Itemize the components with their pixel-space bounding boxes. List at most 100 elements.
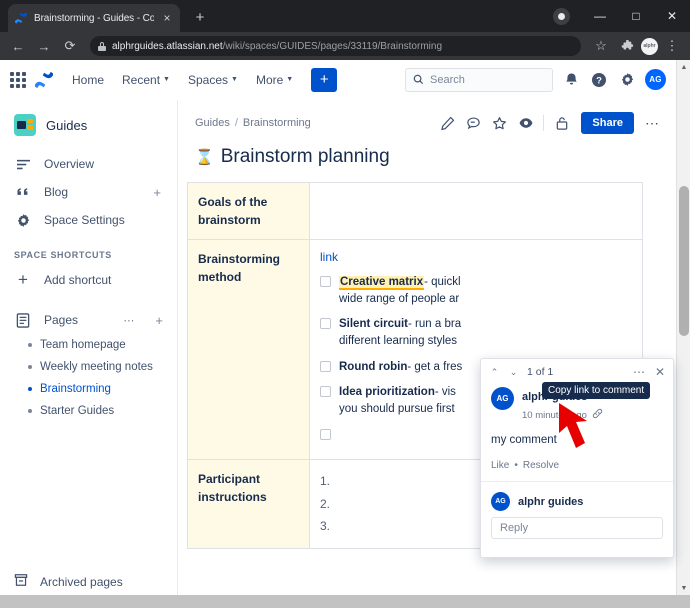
settings-gear-icon[interactable] xyxy=(617,70,637,90)
close-icon[interactable]: × xyxy=(160,11,174,25)
comment-icon[interactable] xyxy=(465,115,482,132)
extensions-icon[interactable] xyxy=(615,34,639,58)
add-page-icon[interactable]: + xyxy=(147,313,167,328)
previous-comment-icon[interactable]: ⌃ xyxy=(489,367,500,378)
browser-menu-icon[interactable]: ⋮ xyxy=(660,34,684,58)
horizontal-scrollbar[interactable] xyxy=(0,595,690,608)
task-checkbox[interactable] xyxy=(320,428,331,440)
page-viewport: Home Recent ▼ Spaces ▼ More ▼ + Search ?… xyxy=(0,60,690,608)
bullet-icon xyxy=(28,409,32,413)
nav-item-recent[interactable]: Recent ▼ xyxy=(114,68,178,92)
task-term: Silent circuit xyxy=(339,318,409,331)
task-term: Idea prioritization xyxy=(339,386,435,399)
confluence-favicon-icon xyxy=(14,11,28,25)
address-bar[interactable]: alphrguides.atlassian.net/wiki/spaces/GU… xyxy=(90,36,581,56)
pages-icon xyxy=(14,312,32,328)
forward-icon[interactable]: → xyxy=(32,34,56,58)
star-icon[interactable] xyxy=(491,115,508,132)
search-input[interactable]: Search xyxy=(405,67,553,92)
task-item[interactable]: Silent circuit- run a bra different learn… xyxy=(320,316,632,349)
edit-pencil-icon[interactable] xyxy=(439,115,456,132)
comment-avatar[interactable]: AG xyxy=(491,387,514,410)
breadcrumb-space[interactable]: Guides xyxy=(195,117,230,129)
vertical-scrollbar[interactable]: ▲ ▼ xyxy=(676,60,690,608)
browser-account-avatar[interactable]: alphr xyxy=(641,37,658,55)
sidebar-page-weekly-meeting-notes[interactable]: Weekly meeting notes xyxy=(0,356,177,378)
app-switcher-icon[interactable] xyxy=(10,71,26,88)
page-title: ⌛ Brainstorm planning xyxy=(179,134,676,182)
scroll-up-icon[interactable]: ▲ xyxy=(677,60,690,74)
sidebar-page-starter-guides[interactable]: Starter Guides xyxy=(0,400,177,422)
task-item[interactable]: Creative matrix- quickl wide range of peo… xyxy=(320,274,632,307)
browser-tab-active[interactable]: Brainstorming - Guides - Conflue × xyxy=(8,4,180,32)
task-term-highlighted[interactable]: Creative matrix xyxy=(339,276,425,290)
sidebar-page-team-homepage[interactable]: Team homepage xyxy=(0,334,177,356)
nav-item-spaces[interactable]: Spaces ▼ xyxy=(180,68,246,92)
search-placeholder: Search xyxy=(430,73,465,86)
browser-window: Brainstorming - Guides - Conflue × + — □… xyxy=(0,0,690,608)
sidebar-item-blog[interactable]: Blog + xyxy=(0,178,177,206)
page-more-options-icon[interactable]: ⋯ xyxy=(643,115,660,132)
close-comment-icon[interactable]: ✕ xyxy=(655,365,665,379)
task-checkbox[interactable] xyxy=(320,276,331,287)
hourglass-emoji-icon[interactable]: ⌛ xyxy=(195,148,214,166)
reply-input[interactable]: Reply xyxy=(491,517,663,539)
task-text: Creative matrix- quickl wide range of peo… xyxy=(339,274,461,307)
blog-quote-icon xyxy=(14,186,32,199)
nav-item-more[interactable]: More ▼ xyxy=(248,68,301,92)
resolve-button[interactable]: Resolve xyxy=(523,460,559,471)
chevron-down-icon: ▼ xyxy=(286,76,294,83)
like-button[interactable]: Like xyxy=(491,460,509,471)
watch-eye-icon[interactable] xyxy=(517,115,534,132)
space-header[interactable]: Guides xyxy=(0,100,177,150)
create-button[interactable]: + xyxy=(311,67,338,92)
maximize-button[interactable]: □ xyxy=(618,0,654,32)
comment-options-icon[interactable]: ⋯ xyxy=(633,365,646,379)
new-tab-button[interactable]: + xyxy=(190,8,210,28)
task-checkbox[interactable] xyxy=(320,360,331,372)
add-blog-icon[interactable]: + xyxy=(153,185,167,200)
restrictions-lock-icon[interactable] xyxy=(553,115,570,132)
tooltip: Copy link to comment xyxy=(542,382,651,399)
sidebar-item-overview[interactable]: Overview xyxy=(0,150,177,178)
window-close-button[interactable]: ✕ xyxy=(654,0,690,32)
sidebar-item-archived-pages[interactable]: Archived pages xyxy=(0,567,177,596)
minimize-button[interactable]: — xyxy=(582,0,618,32)
vertical-scrollbar-thumb[interactable] xyxy=(679,186,689,336)
pages-options-icon[interactable]: ⋯ xyxy=(123,314,135,327)
red-arrow-annotation xyxy=(556,400,596,461)
horizontal-scrollbar-thumb[interactable] xyxy=(2,597,472,606)
sidebar-page-brainstorming[interactable]: Brainstorming xyxy=(0,378,177,400)
browser-profile-chip[interactable] xyxy=(553,8,570,25)
sidebar-section-space-shortcuts: SPACE SHORTCUTS xyxy=(14,250,112,260)
task-text: Idea prioritization- vis you should pursu… xyxy=(339,384,456,417)
nav-item-home-label: Home xyxy=(72,72,105,87)
sidebar-item-overview-label: Overview xyxy=(44,157,95,171)
table-body-cell-goals[interactable] xyxy=(309,182,643,240)
table-row: Goals of the brainstorm xyxy=(187,182,643,240)
sidebar-item-pages[interactable]: Pages ⋯ + xyxy=(0,306,177,334)
nav-item-recent-label: Recent xyxy=(122,72,161,87)
back-icon[interactable]: ← xyxy=(6,34,30,58)
bookmark-star-icon[interactable]: ☆ xyxy=(589,34,613,58)
task-checkbox[interactable] xyxy=(320,386,331,398)
nav-item-home[interactable]: Home xyxy=(64,68,112,92)
sidebar-item-add-shortcut[interactable]: + Add shortcut xyxy=(0,264,177,296)
help-icon[interactable]: ? xyxy=(589,70,609,90)
scroll-down-icon[interactable]: ▼ xyxy=(677,581,690,595)
reload-icon[interactable]: ⟳ xyxy=(58,34,82,58)
notifications-icon[interactable] xyxy=(561,70,581,90)
inline-link[interactable]: link xyxy=(320,250,632,264)
confluence-logo-icon[interactable] xyxy=(34,71,54,89)
breadcrumb-current[interactable]: Brainstorming xyxy=(243,117,311,129)
task-checkbox[interactable] xyxy=(320,318,331,330)
share-button[interactable]: Share xyxy=(581,112,634,134)
sidebar-item-space-settings[interactable]: Space Settings xyxy=(0,206,177,234)
user-avatar[interactable]: AG xyxy=(645,69,666,90)
next-comment-icon[interactable]: ⌄ xyxy=(508,367,519,378)
url-host: alphrguides.atlassian.net xyxy=(112,40,223,52)
global-nav-right: Search ? AG xyxy=(405,67,666,92)
browser-tabstrip: Brainstorming - Guides - Conflue × + — □… xyxy=(0,0,690,32)
chevron-down-icon: ▼ xyxy=(163,76,170,83)
task-text: Round robin- get a fres xyxy=(339,359,462,376)
